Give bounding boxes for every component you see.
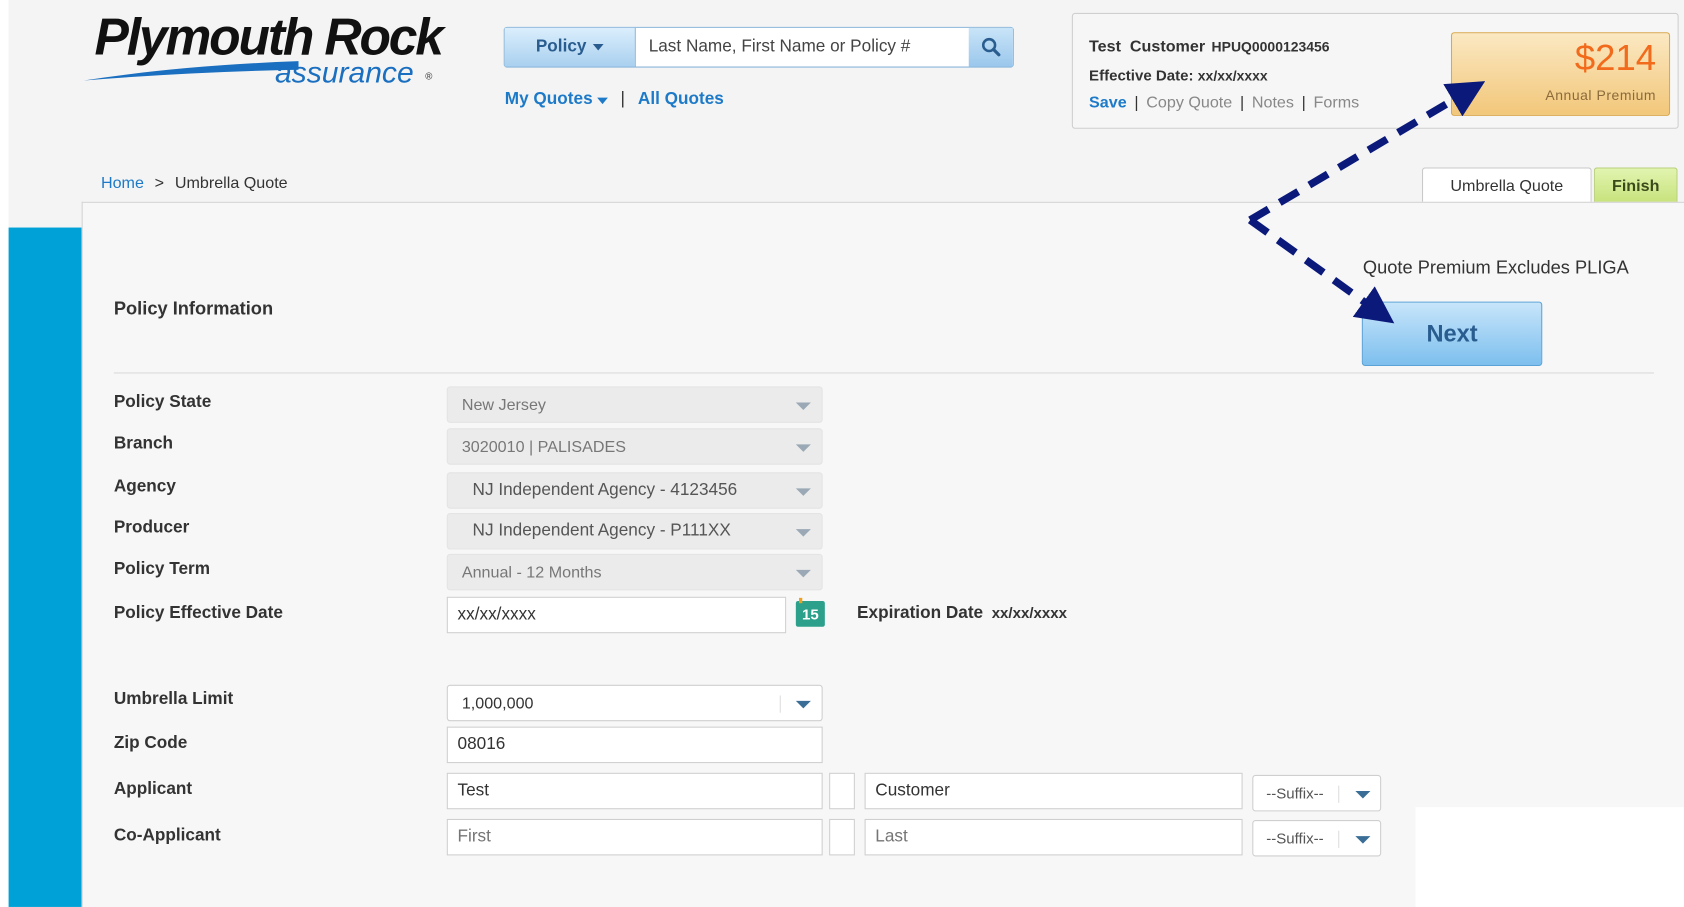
policy-number: HPUQ0000123456 [1211,38,1330,55]
branch-label: Branch [113,434,174,453]
zip-code-label: Zip Code [113,734,188,753]
customer-name: Test Customer [1089,37,1206,56]
copy-quote-link[interactable]: Copy Quote [1146,93,1232,111]
breadcrumb-separator: > [154,173,165,193]
chevron-down-icon [795,700,811,709]
chevron-down-icon [795,488,811,496]
co-applicant-label: Co-Applicant [113,826,221,845]
branch-value: 3020010 | PALISADES [461,437,627,456]
agency-value: NJ Independent Agency - 4123456 [472,480,738,500]
co-applicant-last-name[interactable] [864,818,1243,856]
all-quotes-link[interactable]: All Quotes [638,90,724,109]
effective-date-value: xx/xx/xxxx [1197,67,1268,84]
policy-term-select[interactable]: Annual - 12 Months [446,553,823,591]
breadcrumb: Home > Umbrella Quote [101,174,288,192]
breadcrumb-home-link[interactable]: Home [101,174,144,192]
customer-name-line: Test Customer HPUQ0000123456 [1089,38,1330,56]
policy-state-label: Policy State [113,392,212,412]
breadcrumb-current: Umbrella Quote [174,173,288,193]
agency-select[interactable]: NJ Independent Agency - 4123456 [446,472,823,509]
select-divider [1338,785,1340,803]
search-input[interactable] [637,27,969,67]
effective-date-line: Effective Date: xx/xx/xxxx [1089,67,1268,84]
forms-link[interactable]: Forms [1314,93,1360,111]
notes-link[interactable]: Notes [1252,93,1294,111]
umbrella-limit-label: Umbrella Limit [113,690,234,709]
select-divider [1338,830,1340,848]
policy-dropdown-button[interactable]: Policy [504,27,636,67]
effective-date-field-label: Policy Effective Date [113,604,283,623]
annual-premium-box: $214 Annual Premium [1450,32,1671,116]
chevron-down-icon [1355,836,1371,844]
co-applicant-suffix-value: --Suffix-- [1266,829,1324,847]
tab-finish[interactable]: Finish [1593,167,1678,204]
save-link[interactable]: Save [1089,93,1127,111]
app-window: Plymouth Rock assurance ® Policy My Quot… [0,0,1684,907]
policy-term-value: Annual - 12 Months [461,562,602,582]
umbrella-limit-value: 1,000,000 [461,693,534,713]
expiration-date: Expiration Date xx/xx/xxxx [857,604,1067,623]
producer-select[interactable]: NJ Independent Agency - P111XX [446,513,823,550]
co-applicant-suffix-select[interactable]: --Suffix-- [1252,820,1382,857]
co-applicant-first-name[interactable] [446,818,823,856]
pliga-note: Quote Premium Excludes PLIGA [1362,257,1629,278]
my-quotes-link[interactable]: My Quotes [505,90,608,109]
select-divider [779,695,781,713]
section-divider [113,372,1654,374]
chevron-down-icon [596,97,608,105]
my-quotes-label: My Quotes [504,90,593,109]
chevron-down-icon [592,44,604,51]
applicant-suffix-value: --Suffix-- [1266,784,1324,802]
premium-amount: $214 [1574,37,1657,79]
applicant-middle-initial[interactable] [829,772,855,810]
policy-state-value: New Jersey [461,395,546,414]
brand-logo-sub: assurance [274,55,414,90]
search-bar: Policy [503,26,1014,68]
applicant-suffix-select[interactable]: --Suffix-- [1252,774,1382,812]
expiration-date-value: xx/xx/xxxx [991,604,1067,622]
search-icon [981,37,1000,57]
calendar-icon[interactable]: 15 [795,597,825,627]
applicant-last-name[interactable] [864,772,1243,810]
agency-label: Agency [113,477,176,496]
policy-dropdown-label: Policy [535,37,587,56]
customer-actions: Save | Copy Quote | Notes | Forms [1089,93,1359,111]
next-button[interactable]: Next [1361,301,1543,366]
chevron-down-icon [1355,791,1371,799]
chevron-down-icon [795,444,811,452]
link-separator: | [1134,93,1139,112]
effective-date-input[interactable] [446,596,787,634]
logo-swoosh-icon [83,61,299,81]
nav-separator: | [620,90,626,109]
registered-mark: ® [425,70,433,82]
chevron-down-icon [795,569,811,578]
producer-value: NJ Independent Agency - P111XX [472,521,731,540]
policy-state-select[interactable]: New Jersey [446,386,823,423]
side-accent-bar [8,227,82,907]
chevron-down-icon [795,402,811,411]
link-separator: | [1301,93,1306,112]
branch-select[interactable]: 3020010 | PALISADES [446,428,823,465]
left-margin [0,0,9,907]
expiration-date-label: Expiration Date [857,604,984,623]
customer-summary-panel: Test Customer HPUQ0000123456 Effective Da… [1071,12,1679,129]
effective-date-label: Effective Date: [1089,66,1194,84]
umbrella-limit-select[interactable]: 1,000,000 [446,684,823,722]
blank-region [1415,807,1684,907]
section-title: Policy Information [113,298,274,319]
tab-umbrella-quote[interactable]: Umbrella Quote [1421,167,1592,204]
producer-label: Producer [113,518,190,537]
policy-term-label: Policy Term [113,560,210,579]
chevron-down-icon [795,529,811,537]
link-separator: | [1239,93,1245,112]
co-applicant-middle-initial[interactable] [829,818,855,856]
applicant-label: Applicant [113,780,193,799]
quotes-nav: My Quotes | All Quotes [505,90,724,109]
premium-label: Annual Premium [1545,86,1657,104]
zip-code-input[interactable] [446,726,823,764]
applicant-first-name[interactable] [446,772,823,810]
search-button[interactable] [968,27,1013,67]
